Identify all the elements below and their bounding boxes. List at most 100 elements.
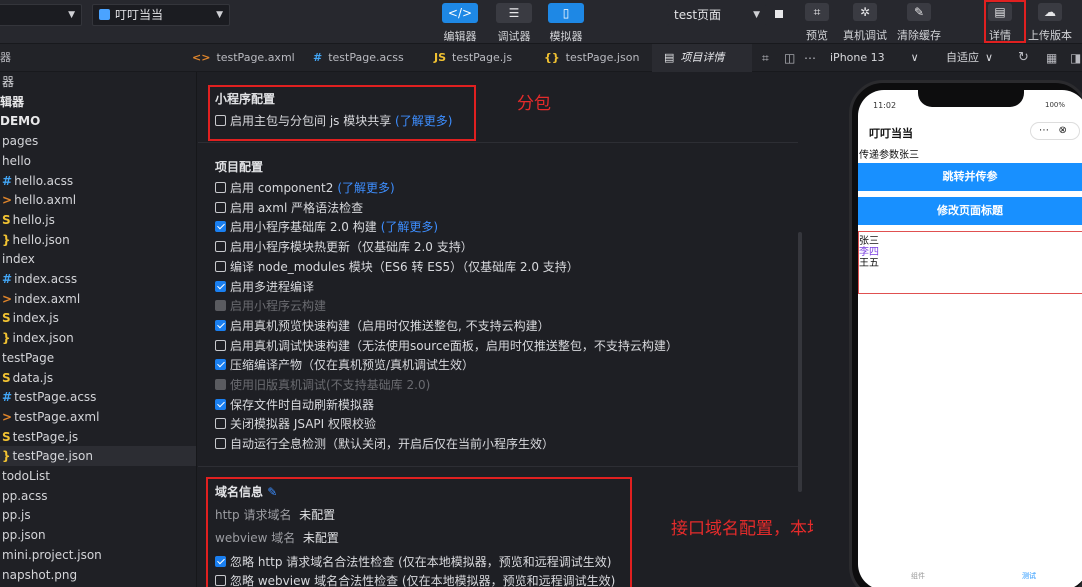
sidebar-item[interactable]: napshot.png (0, 565, 196, 585)
sidebar-item-label: index.js (12, 311, 59, 326)
phone-tab-component[interactable]: 组件 (911, 571, 925, 581)
checkbox[interactable] (215, 221, 226, 233)
sidebar-item-label: data.js (12, 370, 54, 385)
tab-testpage-js[interactable]: JS testPage.js (434, 44, 512, 72)
close-circle-icon[interactable]: ⊗ (1059, 125, 1067, 136)
sidebar-item[interactable]: pp.js (0, 505, 196, 525)
sidebar-item[interactable]: # testPage.acss (0, 387, 196, 407)
change-title-button[interactable]: 修改页面标题 (858, 197, 1082, 225)
sidebar-item[interactable]: Sindex.js (0, 308, 196, 328)
divider (198, 142, 798, 143)
sidebar-item[interactable]: > index.axml (0, 289, 196, 309)
tab-testpage-acss[interactable]: # testPage.acss (313, 44, 404, 72)
clear-cache-button[interactable]: ✎ 清除缓存 (895, 3, 943, 43)
device-select[interactable]: iPhone 13 ∨ (830, 44, 919, 72)
sidebar-item[interactable]: hello (0, 151, 196, 171)
inspect-icon[interactable]: ⌗ (762, 44, 769, 72)
file-type-icon: S (2, 212, 11, 227)
preview-button[interactable]: ⌗ 预览 (795, 3, 839, 43)
checkbox[interactable] (215, 201, 226, 213)
grid-icon[interactable]: ▦ (1046, 44, 1057, 72)
sidebar-item[interactable]: pages (0, 131, 196, 151)
project-option[interactable]: 启用真机调试快速构建（无法使用source面板，启用时仅推送整包，不支持云构建） (215, 337, 678, 355)
capsule-menu[interactable]: ⋯ ⊗ (1030, 122, 1080, 140)
sidebar-item[interactable]: Shello.js (0, 210, 196, 230)
chevron-down-icon: ∨ (985, 51, 994, 64)
zoom-select[interactable]: 自适应 ∨ (946, 44, 993, 72)
checkbox[interactable] (215, 359, 226, 371)
stop-icon[interactable] (775, 10, 783, 18)
project-option[interactable]: 关闭模拟器 JSAPI 权限校验 (215, 415, 376, 433)
project-option[interactable]: 编译 node_modules 模块（ES6 转 ES5）（仅基础库 2.0 支… (215, 258, 579, 276)
checkbox[interactable] (215, 182, 226, 193)
sidebar-item[interactable]: mini.project.json (0, 545, 196, 565)
tab-testpage-axml[interactable]: <> testPage.axml (192, 44, 295, 72)
project-option[interactable]: 启用真机预览快速构建（启用时仅推送整包, 不支持云构建） (215, 317, 550, 335)
checkbox[interactable] (215, 241, 226, 253)
navigate-with-params-button[interactable]: 跳转并传参 (858, 163, 1082, 191)
sidebar-item[interactable]: testPage (0, 348, 196, 368)
mode-select[interactable]: ▼ (0, 4, 82, 26)
checkbox[interactable] (215, 398, 226, 410)
project-option[interactable]: 保存文件时自动刷新模拟器 (215, 396, 374, 414)
checkbox[interactable] (215, 280, 226, 292)
sidebar-item-label: hello.acss (14, 173, 74, 188)
sidebar-item[interactable]: Sdata.js (0, 368, 196, 388)
file-type-icon: } (2, 232, 11, 247)
more-icon[interactable]: ⋯ (1039, 125, 1049, 136)
simulator-button[interactable]: ▯ 模拟器 (544, 3, 588, 44)
project-option[interactable]: 启用小程序基础库 2.0 构建 (了解更多) (215, 218, 438, 236)
sidebar-item[interactable]: } testPage.json (0, 446, 196, 467)
file-type-icon: # (2, 272, 13, 286)
sidebar-item[interactable]: # index.acss (0, 269, 196, 289)
sidebar-item[interactable]: # hello.acss (0, 171, 196, 191)
checkbox[interactable] (215, 260, 226, 272)
checkbox[interactable] (215, 319, 226, 331)
editor-button[interactable]: </> 编辑器 (438, 3, 482, 44)
sidebar-item[interactable]: 辑器 (0, 92, 196, 112)
scrollbar[interactable] (798, 232, 802, 492)
js-file-icon: JS (434, 51, 447, 64)
project-option[interactable]: 启用 component2 (了解更多) (215, 179, 395, 197)
checkbox[interactable] (215, 438, 226, 450)
sidebar-item[interactable]: StestPage.js (0, 427, 196, 447)
refresh-icon[interactable]: ↻ (1018, 44, 1029, 72)
project-option: 使用旧版真机调试(不支持基础库 2.0) (215, 376, 430, 394)
project-option[interactable]: 自动运行全息检测（默认关闭，开启后仅在当前小程序生效） (215, 435, 554, 453)
file-type-icon: } (2, 449, 11, 464)
option-label: 编译 node_modules 模块（ES6 转 ES5）（仅基础库 2.0 支… (230, 259, 579, 274)
sidebar-item[interactable]: > testPage.axml (0, 407, 196, 427)
sidebar-item[interactable]: index (0, 249, 196, 269)
project-option[interactable]: 启用多进程编译 (215, 278, 314, 296)
upload-button[interactable]: ☁ 上传版本 (1026, 3, 1074, 43)
checkbox[interactable] (215, 418, 226, 430)
chevron-down-icon: ▼ (216, 10, 223, 20)
panel-icon[interactable]: ◨ (1070, 44, 1081, 72)
project-option[interactable]: 启用小程序模块热更新（仅基础库 2.0 支持） (215, 238, 473, 256)
sidebar-item[interactable]: todoList (0, 466, 196, 486)
file-explorer: 器辑器 DEMO pages hello # hello.acss > hello.axml S… (0, 72, 197, 587)
project-option[interactable]: 压缩编译产物（仅在真机预览/真机调试生效） (215, 356, 474, 374)
project-select[interactable]: 叮叮当当 ▼ (92, 4, 230, 26)
phone-tab-test[interactable]: 测试 (1022, 571, 1036, 581)
project-option[interactable]: 启用 axml 严格语法检查 (215, 199, 363, 217)
tab-testpage-json[interactable]: {} testPage.json (544, 44, 639, 72)
split-view-icon[interactable]: ◫ (784, 44, 795, 72)
checkbox[interactable] (215, 339, 226, 351)
more-icon[interactable]: ⋯ (804, 44, 816, 72)
sidebar-item[interactable]: pp.acss (0, 486, 196, 506)
sidebar-item[interactable]: } index.json (0, 328, 196, 348)
debugger-button[interactable]: ☰ 调试器 (492, 3, 536, 44)
real-debug-button[interactable]: ✲ 真机调试 (843, 3, 887, 43)
chevron-down-icon: ▼ (68, 10, 75, 20)
learn-more-link[interactable]: (了解更多) (337, 181, 394, 195)
tab-project-details[interactable]: ▤ 项目详情 (652, 44, 752, 72)
sidebar-item[interactable]: } hello.json (0, 230, 196, 250)
sidebar-item[interactable]: pp.json (0, 525, 196, 545)
sidebar-item[interactable]: 器 (0, 72, 196, 92)
json-file-icon: {} (544, 51, 560, 64)
sidebar-item[interactable]: DEMO (0, 111, 196, 131)
sidebar-item[interactable]: > hello.axml (0, 190, 196, 210)
learn-more-link[interactable]: (了解更多) (381, 220, 438, 234)
compile-mode-select[interactable]: test页面 ▼ (667, 4, 767, 26)
